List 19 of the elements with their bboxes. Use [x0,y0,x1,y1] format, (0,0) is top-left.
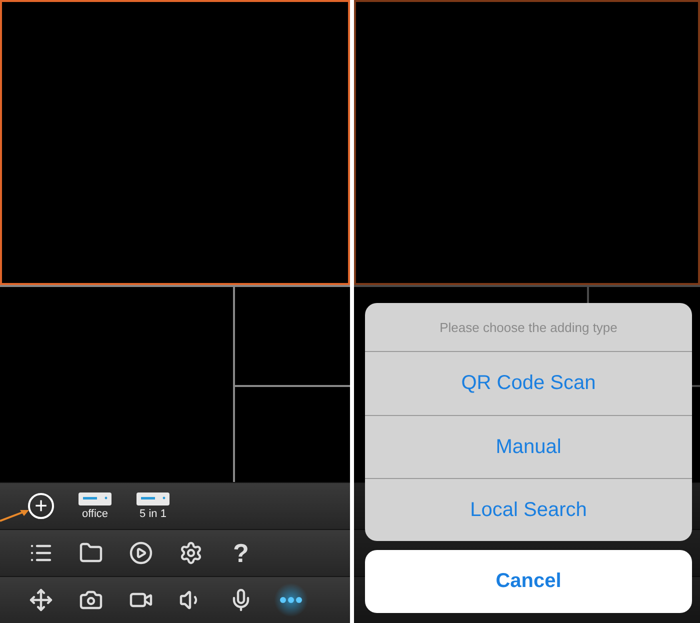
sheet-title: Please choose the adding type [365,303,692,352]
recorder-icon [136,492,170,506]
video-cell[interactable] [235,387,350,482]
video-cell[interactable] [354,0,700,285]
video-cell[interactable] [0,287,233,482]
camera-icon[interactable] [79,588,103,612]
play-icon[interactable] [129,541,153,565]
recorder-icon [78,492,112,506]
device-label[interactable]: office [82,508,108,520]
folder-icon[interactable] [79,541,103,565]
arrow-drawing [0,508,30,522]
video-cell[interactable] [235,287,350,385]
help-button[interactable]: ? [216,531,266,575]
device-label[interactable]: 5 in 1 [140,508,166,520]
add-button[interactable]: + [28,493,54,519]
settings-icon[interactable] [179,541,203,565]
move-icon[interactable] [29,588,53,612]
video-cell[interactable] [0,0,350,285]
cancel-button[interactable]: Cancel [365,550,692,613]
